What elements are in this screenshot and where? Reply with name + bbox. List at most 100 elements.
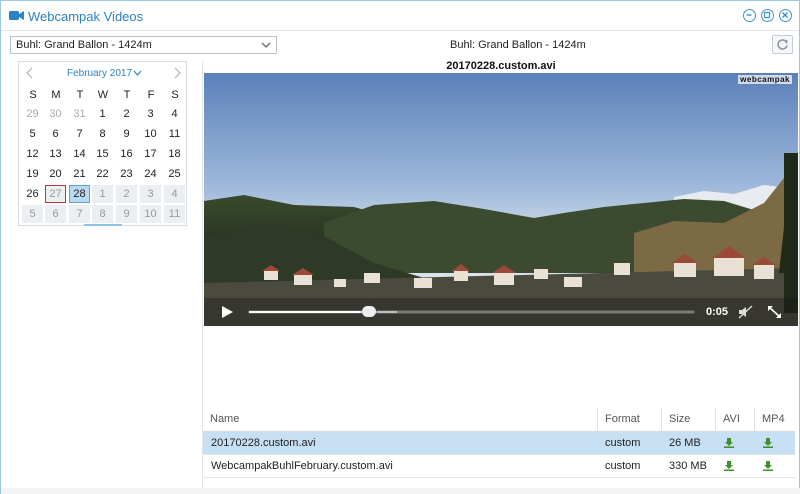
calendar-day[interactable]: 2 — [116, 105, 137, 123]
calendar-day[interactable]: 6 — [45, 125, 66, 143]
calendar-day[interactable]: 11 — [164, 205, 185, 223]
calendar-day[interactable]: 18 — [164, 145, 185, 163]
webcampak-watermark: webcampak — [738, 75, 792, 84]
source-select-value: Buhl: Grand Ballon - 1424m — [16, 39, 152, 51]
calendar-day[interactable]: 17 — [140, 145, 161, 163]
calendar-day[interactable]: 8 — [92, 125, 113, 143]
prev-month-button[interactable] — [25, 67, 35, 79]
maximize-icon — [763, 11, 771, 19]
refresh-button[interactable] — [772, 35, 793, 54]
calendar-day[interactable]: 10 — [140, 205, 161, 223]
close-icon — [782, 12, 788, 18]
month-label[interactable]: February 2017 — [67, 68, 132, 79]
table-row[interactable]: WebcampakBuhlFebruary.custom.avi custom … — [203, 455, 795, 478]
title-bar: Webcampak Videos — [1, 1, 799, 31]
weekday-header: F — [147, 89, 155, 101]
calendar-day[interactable]: 7 — [69, 205, 90, 223]
location-label: Buhl: Grand Ballon - 1424m — [450, 39, 586, 51]
file-name: WebcampakBuhlFebruary.custom.avi — [211, 460, 393, 472]
calendar-day[interactable]: 26 — [22, 185, 43, 203]
file-format: custom — [605, 437, 641, 449]
calendar-day[interactable]: 20 — [45, 165, 66, 183]
calendar-day[interactable]: 5 — [22, 205, 43, 223]
source-select[interactable]: Buhl: Grand Ballon - 1424m — [10, 36, 277, 54]
calendar-day[interactable]: 6 — [45, 205, 66, 223]
video-player[interactable]: webcampak 0:05 — [204, 73, 798, 326]
calendar-day[interactable]: 9 — [116, 205, 137, 223]
calendar-day[interactable]: 16 — [116, 145, 137, 163]
weekday-header: S — [29, 89, 37, 101]
calendar-footer-bar — [84, 224, 122, 226]
calendar-day[interactable]: 3 — [140, 185, 161, 203]
weekday-header: T — [76, 89, 84, 101]
calendar-day[interactable]: 1 — [92, 185, 113, 203]
calendar-day[interactable]: 2 — [116, 185, 137, 203]
table-header: Name Format Size AVI MP4 — [203, 408, 795, 432]
file-size: 330 MB — [669, 460, 707, 472]
calendar-day[interactable]: 10 — [140, 125, 161, 143]
calendar-day[interactable]: 19 — [22, 165, 43, 183]
file-format: custom — [605, 460, 641, 472]
download-mp4-icon[interactable] — [763, 438, 773, 448]
column-header-format[interactable]: Format — [597, 408, 661, 432]
calendar-day[interactable]: 27 — [45, 185, 66, 203]
calendar-day[interactable]: 30 — [45, 105, 66, 123]
calendar-day[interactable]: 13 — [45, 145, 66, 163]
date-picker: February 2017 S M T W T F S 29 30 31 1 2 3 4 5 6 7 8 9 10 11… — [18, 61, 187, 226]
download-mp4-icon[interactable] — [763, 461, 773, 471]
calendar-day[interactable]: 1 — [92, 105, 113, 123]
progress-bar[interactable] — [248, 310, 695, 314]
close-button[interactable] — [779, 9, 792, 22]
file-name: 20170228.custom.avi — [211, 437, 316, 449]
minimize-icon — [746, 14, 752, 16]
column-header-mp4[interactable]: MP4 — [754, 408, 795, 432]
calendar-day[interactable]: 5 — [22, 125, 43, 143]
calendar-day[interactable]: 8 — [92, 205, 113, 223]
calendar-day[interactable]: 9 — [116, 125, 137, 143]
maximize-button[interactable] — [761, 9, 774, 22]
calendar-day[interactable]: 22 — [92, 165, 113, 183]
video-title: 20170228.custom.avi — [446, 60, 556, 72]
calendar-day[interactable]: 25 — [164, 165, 185, 183]
calendar-day[interactable]: 31 — [69, 105, 90, 123]
weekday-header: M — [51, 89, 61, 101]
video-camera-icon — [9, 11, 24, 20]
weekday-header: T — [123, 89, 131, 101]
calendar-day[interactable]: 29 — [22, 105, 43, 123]
refresh-icon — [777, 39, 788, 50]
download-avi-icon[interactable] — [724, 461, 734, 471]
column-header-avi[interactable]: AVI — [715, 408, 754, 432]
calendar-day[interactable]: 11 — [164, 125, 185, 143]
mute-icon[interactable] — [738, 305, 753, 319]
calendar-day[interactable]: 15 — [92, 145, 113, 163]
column-header-size[interactable]: Size — [661, 408, 715, 432]
calendar-header: February 2017 — [19, 62, 186, 84]
column-header-name[interactable]: Name — [203, 408, 597, 432]
next-month-button[interactable] — [172, 67, 182, 79]
calendar-day[interactable]: 3 — [140, 105, 161, 123]
calendar-day[interactable]: 14 — [69, 145, 90, 163]
player-controls: 0:05 — [204, 298, 798, 326]
calendar-day[interactable]: 21 — [69, 165, 90, 183]
calendar-day[interactable]: 4 — [164, 185, 185, 203]
background-strip — [1, 488, 800, 494]
table-row[interactable]: 20170228.custom.avi custom 26 MB — [203, 432, 795, 455]
weekday-header: S — [171, 89, 179, 101]
download-avi-icon[interactable] — [724, 438, 734, 448]
progress-handle[interactable] — [362, 306, 376, 317]
weekday-header: W — [97, 89, 109, 101]
file-size: 26 MB — [669, 437, 701, 449]
time-display: 0:05 — [706, 306, 729, 318]
calendar-day[interactable]: 7 — [69, 125, 90, 143]
calendar-day[interactable]: 24 — [140, 165, 161, 183]
month-chevron-down-icon[interactable] — [133, 69, 142, 77]
calendar-day[interactable]: 12 — [22, 145, 43, 163]
fullscreen-icon[interactable] — [767, 305, 782, 319]
minimize-button[interactable] — [743, 9, 756, 22]
webcam-frame-image — [204, 73, 798, 326]
calendar-day[interactable]: 23 — [116, 165, 137, 183]
calendar-day[interactable]: 28 — [69, 185, 90, 203]
play-button[interactable] — [220, 305, 234, 319]
calendar-day[interactable]: 4 — [164, 105, 185, 123]
webcampak-videos-window: Webcampak Videos Buhl: Grand Ballon - 14… — [0, 0, 800, 494]
